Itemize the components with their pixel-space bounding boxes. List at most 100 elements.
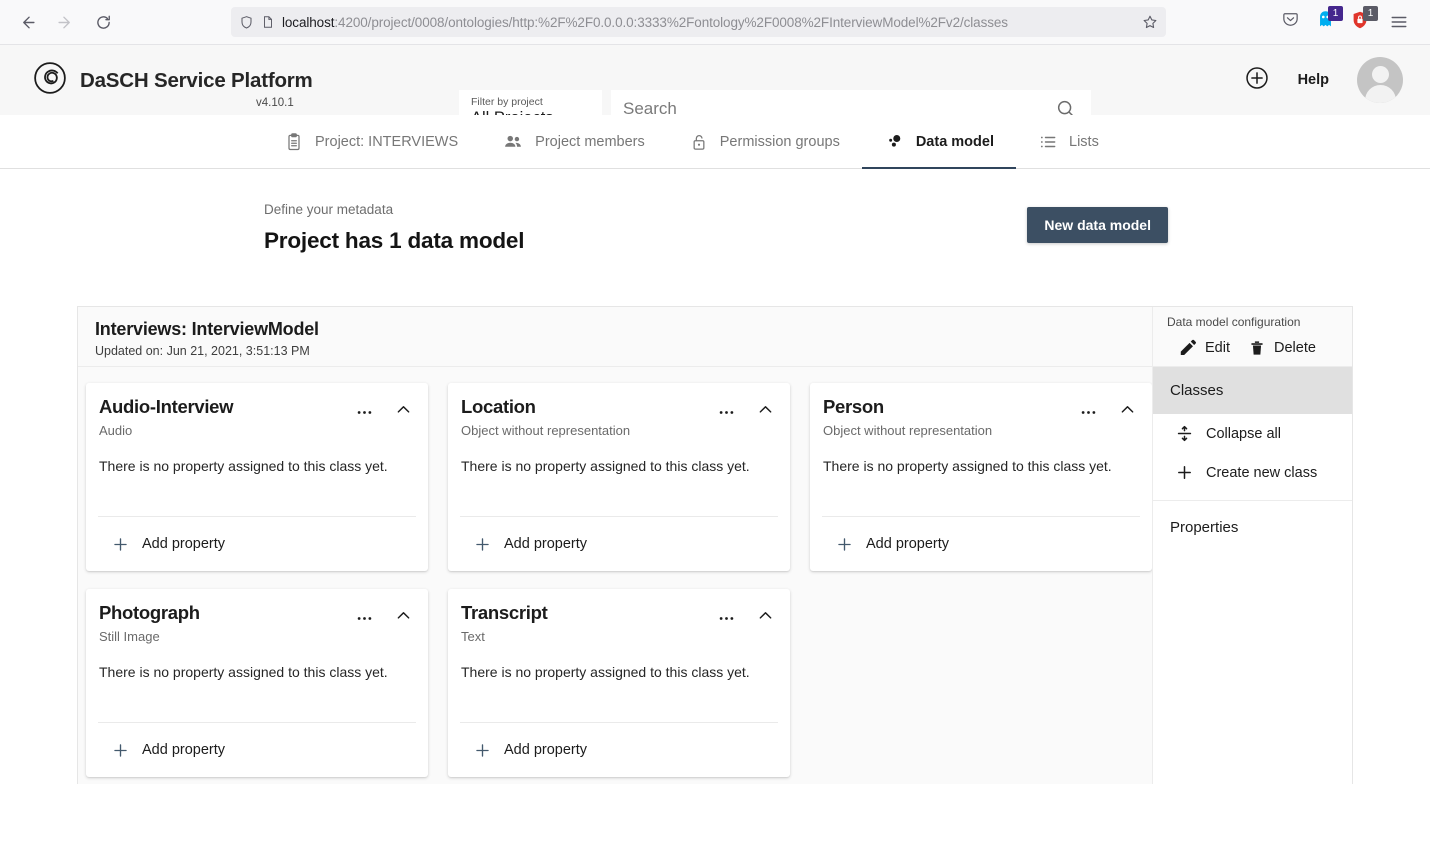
hamburger-menu-icon bbox=[1390, 13, 1408, 31]
class-more-menu-button[interactable] bbox=[355, 609, 374, 628]
tab-data-model[interactable]: Data model bbox=[862, 115, 1016, 168]
plus-circle-icon bbox=[1244, 65, 1270, 96]
tab-label: Lists bbox=[1069, 134, 1099, 150]
add-property-button[interactable]: Add property bbox=[99, 723, 415, 777]
delete-label: Delete bbox=[1274, 340, 1316, 356]
add-property-button[interactable]: Add property bbox=[461, 517, 777, 571]
pocket-icon bbox=[1281, 10, 1300, 34]
app-version: v4.10.1 bbox=[256, 97, 294, 109]
class-empty-text: There is no property assigned to this cl… bbox=[823, 438, 1139, 516]
data-model-sidebar: Classes Collapse all Create new bbox=[1152, 367, 1352, 784]
url-host: localhost bbox=[282, 15, 334, 30]
data-model-updated: Updated on: Jun 21, 2021, 3:51:13 PM bbox=[95, 344, 1152, 358]
tab-project-interviews[interactable]: Project: INTERVIEWS bbox=[262, 115, 480, 168]
class-more-menu-button[interactable] bbox=[717, 609, 736, 628]
tab-permission-groups[interactable]: Permission groups bbox=[667, 115, 862, 168]
sidebar-item-create-new-class[interactable]: Create new class bbox=[1153, 453, 1352, 492]
create-new-class-label: Create new class bbox=[1206, 465, 1317, 481]
add-property-button[interactable]: Add property bbox=[823, 517, 1139, 571]
add-property-button[interactable]: Add property bbox=[461, 723, 777, 777]
plus-icon bbox=[473, 535, 492, 554]
data-model-info: Interviews: InterviewModel Updated on: J… bbox=[78, 307, 1152, 366]
class-empty-text: There is no property assigned to this cl… bbox=[99, 438, 415, 516]
class-collapse-button[interactable] bbox=[394, 606, 413, 630]
plus-icon bbox=[111, 535, 130, 554]
browser-toolbar: localhost:4200/project/0008/ontologies/h… bbox=[0, 0, 1430, 45]
sidebar-item-collapse-all[interactable]: Collapse all bbox=[1153, 414, 1352, 453]
add-property-label: Add property bbox=[504, 742, 587, 758]
class-title: Photograph bbox=[99, 602, 355, 624]
project-nav-tabs: Project: INTERVIEWS Project members Perm… bbox=[0, 115, 1430, 169]
class-collapse-button[interactable] bbox=[1118, 400, 1137, 424]
help-link[interactable]: Help bbox=[1298, 72, 1329, 88]
reload-icon bbox=[95, 14, 112, 31]
pocket-extension-button[interactable] bbox=[1277, 9, 1303, 35]
tab-label: Data model bbox=[916, 134, 994, 150]
add-property-label: Add property bbox=[866, 536, 949, 552]
page-eyebrow: Define your metadata bbox=[264, 202, 1430, 217]
project-filter-label: Filter by project bbox=[471, 96, 590, 109]
data-model-body: Audio-Interview Audio bbox=[78, 367, 1352, 784]
chevron-up-icon bbox=[756, 606, 775, 630]
reload-button[interactable] bbox=[86, 5, 120, 39]
plus-icon bbox=[835, 535, 854, 554]
avatar[interactable] bbox=[1357, 57, 1403, 103]
class-subtitle: Object without representation bbox=[461, 423, 717, 438]
data-model-icon bbox=[884, 131, 905, 152]
add-button[interactable] bbox=[1244, 65, 1270, 96]
collapse-all-icon bbox=[1175, 424, 1194, 443]
star-icon[interactable] bbox=[1138, 14, 1158, 30]
ghostery-badge: 1 bbox=[1328, 6, 1343, 21]
brand-name: DaSCH Service Platform bbox=[80, 69, 313, 93]
class-subtitle: Audio bbox=[99, 423, 355, 438]
class-subtitle: Text bbox=[461, 629, 717, 644]
data-model-title: Interviews: InterviewModel bbox=[95, 319, 1152, 340]
resource-class-card: Location Object without representation bbox=[448, 383, 790, 571]
tab-lists[interactable]: Lists bbox=[1016, 115, 1121, 168]
header-actions: Help bbox=[1244, 57, 1403, 103]
class-more-menu-button[interactable] bbox=[717, 403, 736, 422]
browser-nav-buttons bbox=[10, 5, 120, 39]
new-data-model-button[interactable]: New data model bbox=[1027, 207, 1168, 243]
add-property-label: Add property bbox=[142, 536, 225, 552]
data-model-panel: Interviews: InterviewModel Updated on: J… bbox=[77, 306, 1353, 784]
back-button[interactable] bbox=[10, 5, 44, 39]
edit-data-model-button[interactable]: Edit bbox=[1178, 338, 1230, 357]
chevron-up-icon bbox=[1118, 400, 1137, 424]
lock-icon bbox=[689, 132, 709, 152]
tab-label: Project: INTERVIEWS bbox=[315, 134, 458, 150]
class-collapse-button[interactable] bbox=[394, 400, 413, 424]
add-property-label: Add property bbox=[504, 536, 587, 552]
forward-arrow-icon bbox=[57, 14, 74, 31]
class-more-menu-button[interactable] bbox=[1079, 403, 1098, 422]
url-path: :4200/project/0008/ontologies/http:%2F%2… bbox=[334, 15, 1008, 30]
forward-button[interactable] bbox=[48, 5, 82, 39]
address-bar[interactable]: localhost:4200/project/0008/ontologies/h… bbox=[231, 7, 1166, 37]
address-bar-container: localhost:4200/project/0008/ontologies/h… bbox=[120, 7, 1277, 37]
edit-label: Edit bbox=[1205, 340, 1230, 356]
resource-class-card: Person Object without representation bbox=[810, 383, 1152, 571]
configuration-label: Data model configuration bbox=[1153, 315, 1352, 329]
brand-logo-group[interactable]: DaSCH Service Platform bbox=[0, 45, 313, 100]
adblock-extension-button[interactable]: 1 bbox=[1347, 9, 1373, 35]
dasch-spiral-logo bbox=[33, 61, 67, 100]
shield-icon bbox=[239, 15, 254, 30]
browser-menu-button[interactable] bbox=[1382, 5, 1416, 39]
class-collapse-button[interactable] bbox=[756, 606, 775, 630]
clipboard-icon bbox=[284, 132, 304, 152]
class-empty-text: There is no property assigned to this cl… bbox=[461, 438, 777, 516]
tab-project-members[interactable]: Project members bbox=[480, 115, 667, 168]
resource-class-card: Photograph Still Image bbox=[86, 589, 428, 777]
sidebar-section-properties[interactable]: Properties bbox=[1153, 500, 1352, 551]
class-more-menu-button[interactable] bbox=[355, 403, 374, 422]
ghostery-extension-button[interactable]: 1 bbox=[1312, 9, 1338, 35]
list-icon bbox=[1038, 132, 1058, 152]
delete-data-model-button[interactable]: Delete bbox=[1248, 338, 1316, 357]
class-collapse-button[interactable] bbox=[756, 400, 775, 424]
class-empty-text: There is no property assigned to this cl… bbox=[461, 644, 777, 722]
resource-classes-list: Audio-Interview Audio bbox=[78, 367, 1152, 784]
sidebar-section-classes[interactable]: Classes bbox=[1153, 367, 1352, 414]
add-property-button[interactable]: Add property bbox=[99, 517, 415, 571]
chevron-up-icon bbox=[394, 606, 413, 630]
tab-label: Project members bbox=[535, 134, 645, 150]
